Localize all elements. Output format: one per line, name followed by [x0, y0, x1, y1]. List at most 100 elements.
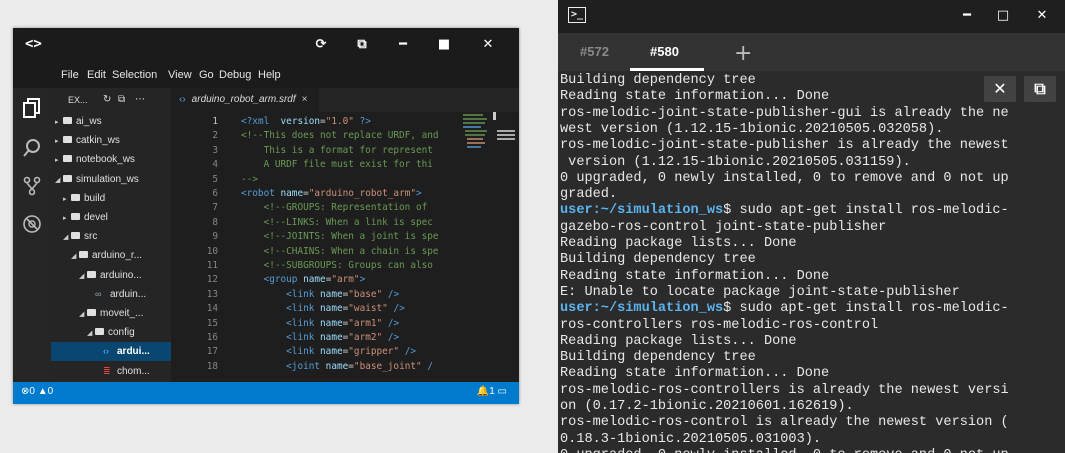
tree-folder[interactable]: ▸ ai_ws	[51, 112, 171, 131]
menu-help[interactable]: Help	[258, 69, 281, 81]
tree-folder[interactable]: ◢ arduino...	[51, 266, 171, 285]
collapsed-twistie-icon: ▸	[55, 157, 59, 165]
code-text: <!--This does not replace URDF, and	[241, 129, 439, 143]
terminal-text: on (0.17.2-1bionic.20210601.162619).	[560, 399, 854, 414]
source-control-icon[interactable]	[22, 176, 42, 196]
code-token: This is a format for represent	[241, 144, 433, 156]
tree-item-label: moveit_...	[100, 308, 144, 319]
tree-folder[interactable]: ▸ notebook_ws	[51, 150, 171, 169]
tree-file[interactable]: ‹› ardui...	[51, 342, 171, 362]
toggle-panel-icon[interactable]	[497, 130, 515, 142]
editor-scrollbar[interactable]	[493, 112, 496, 120]
terminal-tab-580[interactable]: #580	[650, 44, 679, 59]
folder-icon	[87, 270, 96, 278]
terminal-close-button[interactable]: ✕	[1032, 6, 1052, 26]
menu-bar: File Edit Selection View Go Debug Help	[13, 63, 519, 88]
xml-file-icon: ‹›	[103, 346, 109, 357]
code-text: <!--JOINTS: When a joint is spe	[241, 230, 439, 244]
editor-tab-bar: ‹› arduino_robot_arm.srdf ×	[171, 88, 519, 112]
refresh-explorer-icon[interactable]: ↻	[103, 94, 111, 105]
terminal-text: $ sudo apt-get install ros-melodic-	[723, 203, 1009, 219]
terminal-text: Building dependency tree	[560, 350, 756, 366]
code-text: <?xml version="1.0" ?>	[241, 115, 371, 129]
document-file-icon: ≣	[103, 365, 111, 376]
code-editor[interactable]: 1 <?xml version="1.0" ?> 2 <!--This does no…	[171, 112, 461, 382]
menu-selection[interactable]: Selection	[112, 69, 157, 81]
collapse-all-icon[interactable]: ⧉	[118, 94, 125, 105]
shell-prompt: user:~/simulation_ws	[560, 203, 724, 219]
terminal-line: ros-melodic-joint-state-publisher is alr…	[560, 138, 1060, 154]
tree-folder[interactable]: ◢ moveit_...	[51, 304, 171, 323]
code-token: /	[427, 360, 433, 372]
tree-folder[interactable]: ◢ arduino_r...	[51, 246, 171, 265]
problems-indicator[interactable]: ⊗0 ▲0	[21, 386, 53, 397]
code-text: -->	[241, 173, 258, 187]
code-token: "arm2"	[348, 332, 383, 343]
terminal-maximize-button[interactable]: □	[993, 6, 1013, 26]
tree-folder[interactable]: ▸ catkin_ws	[51, 131, 171, 150]
close-button[interactable]: ✕	[478, 36, 498, 54]
tree-file[interactable]: ∞ arduin...	[51, 285, 171, 304]
terminal-minimize-button[interactable]: ━	[957, 6, 977, 26]
terminal-output[interactable]: 0 upgraded, 0 newly installed, 0 to remo…	[558, 71, 1065, 453]
tree-folder[interactable]: ◢ src	[51, 227, 171, 246]
code-token: ?>	[359, 116, 371, 127]
tree-item-label: arduino...	[100, 269, 142, 281]
menu-edit[interactable]: Edit	[87, 69, 106, 81]
minimap[interactable]	[461, 112, 491, 192]
terminal-line: on (0.17.2-1bionic.20210601.162619).	[560, 399, 1060, 415]
code-text: <link name="gripper" />	[241, 345, 416, 359]
more-actions-icon[interactable]: ⋯	[135, 94, 145, 105]
error-count: 0	[29, 386, 35, 397]
code-token: name	[314, 346, 343, 358]
terminal-text: ros-melodic-joint-state-publisher is alr…	[560, 138, 1009, 154]
shell-prompt: user:~/simulation_ws	[560, 301, 724, 317]
code-text: This is a format for represent	[241, 144, 433, 158]
menu-debug[interactable]: Debug	[219, 69, 251, 81]
search-icon[interactable]	[22, 138, 42, 158]
terminal-overlay-close-button[interactable]: ✕	[984, 76, 1016, 102]
folder-icon	[71, 232, 80, 240]
notifications-indicator[interactable]: 🔔1 ▭	[477, 386, 507, 397]
tab-close-icon[interactable]: ×	[302, 94, 308, 105]
maximize-button[interactable]: ■	[434, 36, 454, 54]
tree-folder[interactable]: ▸ build	[51, 189, 171, 208]
terminal-text: Reading package lists... Done	[560, 333, 797, 349]
status-bar: ⊗0 ▲0 🔔1 ▭	[13, 382, 519, 404]
menu-go[interactable]: Go	[199, 69, 214, 81]
tree-item-label: catkin_ws	[76, 135, 120, 147]
terminal-overlay-restore-button[interactable]: ⧉	[1024, 76, 1056, 102]
tree-folder[interactable]: ◢ simulation_ws	[51, 170, 171, 189]
tree-folder[interactable]: ◢ config	[51, 323, 171, 342]
new-tab-button[interactable]: +	[734, 41, 752, 66]
line-number: 13	[206, 288, 218, 300]
terminal-text: west version (1.12.15-1bionic.20210505.0…	[560, 121, 944, 137]
explorer-icon[interactable]	[22, 98, 42, 118]
terminal-line: graded.	[560, 187, 1060, 203]
menu-file[interactable]: File	[61, 69, 79, 81]
editor-tab[interactable]: ‹› arduino_robot_arm.srdf ×	[171, 88, 319, 112]
tree-file[interactable]: ≣ chom...	[51, 362, 171, 381]
code-token: <link	[286, 346, 315, 358]
tree-folder[interactable]: ▸ devel	[51, 208, 171, 227]
line-number: 17	[206, 346, 218, 358]
desktop: <> ⟳ ⧉ ━ ■ ✕ File Edit Selection View Go…	[0, 0, 1065, 453]
terminal-tab-572[interactable]: #572	[580, 44, 609, 59]
menu-view[interactable]: View	[168, 69, 192, 81]
line-number: 11	[206, 260, 218, 271]
refresh-button[interactable]: ⟳	[311, 36, 331, 54]
notification-count: 1	[489, 386, 495, 397]
debug-icon[interactable]	[22, 214, 42, 234]
code-token: <group	[263, 274, 298, 286]
terminal-line: ros-melodic-ros-controllers is already t…	[560, 383, 1060, 399]
code-token: "1.0"	[325, 116, 354, 127]
restore-window-button[interactable]: ⧉	[352, 36, 372, 54]
code-token: name	[314, 303, 343, 315]
code-line: 6 <robot name="arduino_robot_arm">	[171, 187, 461, 201]
tree-item-label: chom...	[117, 365, 150, 377]
terminal-line: Reading state information... Done	[560, 366, 1060, 382]
minimize-button[interactable]: ━	[393, 36, 413, 54]
